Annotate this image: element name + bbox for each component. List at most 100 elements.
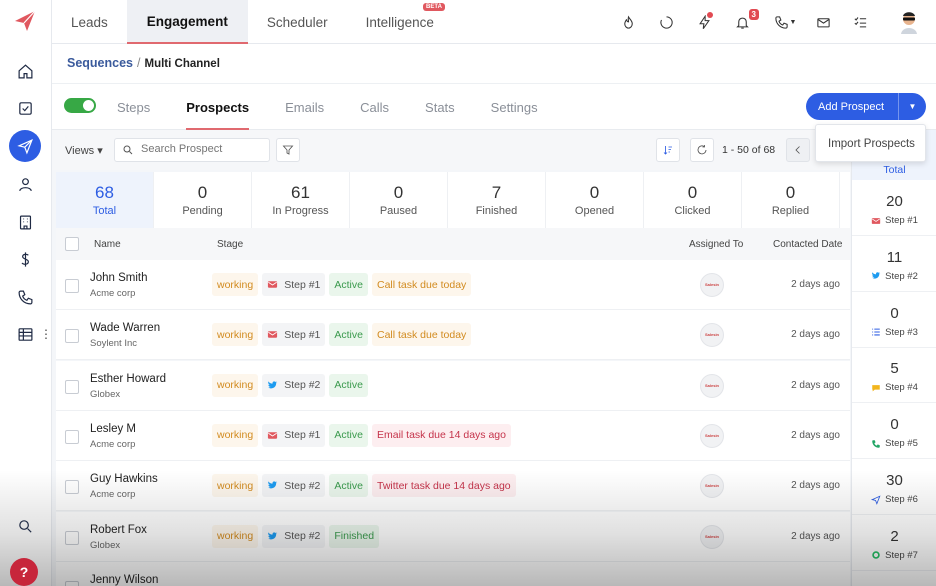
- tab-emails[interactable]: Emails: [285, 84, 324, 130]
- nav-intelligence[interactable]: Intelligence BETA: [347, 0, 453, 44]
- tab-steps[interactable]: Steps: [117, 84, 150, 130]
- table-grid-icon[interactable]: [13, 322, 37, 346]
- import-prospects-menu-item[interactable]: Import Prospects: [815, 124, 926, 162]
- header-stage[interactable]: Stage: [217, 239, 243, 250]
- search-icon[interactable]: [13, 514, 37, 538]
- assignee-avatar[interactable]: Salesin: [700, 474, 724, 499]
- prospect-name[interactable]: Jenny Wilson: [90, 574, 158, 586]
- assignee-avatar[interactable]: Salesin: [700, 373, 724, 398]
- sequence-active-toggle[interactable]: [64, 98, 96, 113]
- table-row[interactable]: Esther Howard Globex working Step #2 Active S…: [56, 360, 850, 411]
- filter-button[interactable]: [276, 138, 300, 162]
- nav-scheduler[interactable]: Scheduler: [248, 0, 347, 44]
- building-icon[interactable]: [13, 210, 37, 234]
- side-step-6[interactable]: 30 Step #6: [852, 459, 936, 515]
- checklist-icon[interactable]: [849, 11, 871, 33]
- stat-paused[interactable]: 0 Paused: [350, 172, 448, 228]
- assignee-avatar[interactable]: Salesin: [700, 524, 724, 549]
- nav-engagement[interactable]: Engagement: [126, 0, 248, 44]
- add-prospect-caret-icon[interactable]: ▼: [898, 93, 926, 120]
- step-badge: Step #2: [262, 524, 326, 548]
- task-due-badge[interactable]: Twitter task due 14 days ago: [371, 474, 516, 498]
- sequences-send-icon[interactable]: [9, 130, 41, 162]
- side-step-label: Step #3: [885, 326, 918, 338]
- stat-pending[interactable]: 0 Pending: [154, 172, 252, 228]
- side-step-label: Step #4: [885, 382, 918, 394]
- tab-stats[interactable]: Stats: [425, 84, 455, 130]
- progress-circle-icon[interactable]: [655, 11, 677, 33]
- task-due-badge[interactable]: Email task due 14 days ago: [371, 423, 511, 447]
- header-assigned-to[interactable]: Assigned To: [689, 239, 743, 250]
- side-step-4[interactable]: 5 Step #4: [852, 347, 936, 404]
- stage-badge: working: [212, 373, 259, 397]
- dollar-icon[interactable]: [13, 247, 37, 271]
- row-checkbox[interactable]: [65, 580, 79, 586]
- prospect-name[interactable]: Lesley M: [90, 423, 136, 435]
- row-checkbox[interactable]: [65, 429, 79, 444]
- prospect-name[interactable]: Guy Hawkins: [90, 473, 158, 485]
- row-checkbox[interactable]: [65, 279, 79, 293]
- home-icon[interactable]: [13, 59, 37, 83]
- user-icon[interactable]: [13, 172, 37, 196]
- app-logo-icon[interactable]: [12, 8, 38, 34]
- row-checkbox[interactable]: [65, 329, 79, 344]
- stat-clicked[interactable]: 0 Clicked: [644, 172, 742, 228]
- prev-page-button[interactable]: [786, 138, 810, 162]
- search-input[interactable]: [141, 143, 261, 155]
- assignee-avatar[interactable]: Salesin: [700, 423, 724, 448]
- row-checkbox[interactable]: [65, 480, 79, 495]
- flame-icon[interactable]: [617, 11, 639, 33]
- tab-prospects[interactable]: Prospects: [186, 84, 249, 130]
- table-row[interactable]: John Smith Acme corp working Step #1 Active C…: [56, 260, 850, 310]
- status-badge: Finished: [329, 524, 380, 548]
- more-dots-icon[interactable]: ⋮: [40, 328, 52, 340]
- task-due-badge[interactable]: Call task due today: [371, 323, 472, 347]
- side-step-1[interactable]: 20 Step #1: [852, 180, 936, 236]
- header-name[interactable]: Name: [94, 239, 121, 250]
- side-step-label: Step #5: [885, 438, 918, 450]
- phone-icon[interactable]: [13, 285, 37, 309]
- refresh-button[interactable]: [690, 138, 714, 162]
- add-prospect-button[interactable]: Add Prospect ▼: [806, 93, 926, 120]
- table-row[interactable]: Robert Fox Globex working Step #2 Finished Sa…: [56, 511, 850, 562]
- search-box[interactable]: [114, 138, 270, 162]
- assignee-avatar[interactable]: Salesin: [700, 323, 724, 348]
- tab-calls[interactable]: Calls: [360, 84, 389, 130]
- prospect-name[interactable]: John Smith: [90, 272, 148, 284]
- table-row[interactable]: Lesley M Acme corp working Step #1 Active Ema…: [56, 410, 850, 461]
- breadcrumb-sequences[interactable]: Sequences: [67, 56, 133, 70]
- side-step-3[interactable]: 0 Step #3: [852, 292, 936, 348]
- stat-total[interactable]: 68 Total: [56, 172, 154, 228]
- task-due-badge[interactable]: Call task due today: [371, 273, 472, 296]
- nav-leads[interactable]: Leads: [52, 0, 127, 44]
- prospect-name[interactable]: Wade Warren: [90, 322, 160, 334]
- mail-icon[interactable]: [812, 11, 834, 33]
- header-contacted-date[interactable]: Contacted Date: [773, 239, 843, 250]
- row-checkbox[interactable]: [65, 530, 79, 545]
- select-all-checkbox[interactable]: [65, 237, 79, 251]
- stat-finished[interactable]: 7 Finished: [448, 172, 546, 228]
- sort-button[interactable]: [656, 138, 680, 162]
- prospect-name[interactable]: Robert Fox: [90, 524, 147, 536]
- views-dropdown[interactable]: Views ▾: [65, 144, 103, 157]
- stat-opened[interactable]: 0 Opened: [546, 172, 644, 228]
- help-button[interactable]: ?: [10, 558, 38, 586]
- table-row[interactable]: Wade Warren Soylent Inc working Step #1 Acti…: [56, 310, 850, 361]
- table-row[interactable]: Jenny Wilson: [56, 561, 850, 586]
- prospect-name[interactable]: Esther Howard: [90, 373, 166, 385]
- stat-replied[interactable]: 0 Replied: [742, 172, 840, 228]
- side-step-7[interactable]: 2 Step #7: [852, 515, 936, 571]
- bell-icon[interactable]: 3: [731, 9, 759, 33]
- table-row[interactable]: Guy Hawkins Acme corp working Step #2 Active…: [56, 461, 850, 512]
- tab-settings[interactable]: Settings: [491, 84, 538, 130]
- side-step-2[interactable]: 11 Step #2: [852, 236, 936, 292]
- search-icon: [123, 145, 133, 155]
- user-avatar[interactable]: [900, 10, 918, 34]
- row-checkbox[interactable]: [65, 379, 79, 394]
- stat-in-progress[interactable]: 61 In Progress: [252, 172, 350, 228]
- lightning-icon[interactable]: [693, 11, 715, 33]
- assignee-avatar[interactable]: Salesin: [700, 273, 724, 297]
- task-check-icon[interactable]: [13, 96, 37, 120]
- phone-dropdown-icon[interactable]: ▼: [771, 11, 799, 33]
- side-step-5[interactable]: 0 Step #5: [852, 403, 936, 460]
